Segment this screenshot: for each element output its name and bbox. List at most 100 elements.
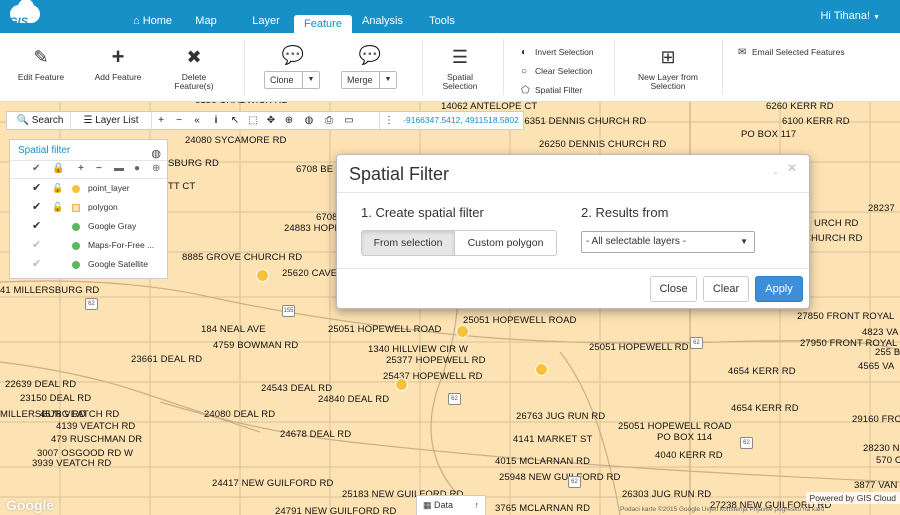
layer-row[interactable]: ✔ Google Satellite bbox=[10, 255, 167, 274]
server-stack-icon: ☰ bbox=[451, 47, 469, 67]
layer-row[interactable]: ✔ 🔓 point_layer bbox=[10, 179, 167, 198]
edit-icon: ✎ bbox=[33, 47, 49, 67]
spatial-filter-button[interactable]: ⬠ Spatial Filter bbox=[521, 85, 582, 96]
zoom-in-icon[interactable]: + bbox=[153, 112, 169, 129]
check-icon[interactable]: ✔ bbox=[32, 198, 41, 217]
map-address-label: 24791 NEW GUILFORD RD bbox=[275, 506, 397, 515]
folder-icon[interactable]: ▬ bbox=[114, 163, 124, 174]
remove-layer-icon[interactable]: − bbox=[96, 163, 102, 174]
collapse-icon[interactable]: « bbox=[189, 112, 205, 129]
clone-dropdown[interactable]: Clone ▼ bbox=[264, 71, 320, 89]
map-address-label: 4654 KERR RD bbox=[728, 366, 796, 377]
map-address-label: 28230 N bbox=[863, 443, 900, 454]
check-all-icon[interactable]: ✔ bbox=[32, 163, 40, 174]
spatial-selection-button[interactable]: ☰ Spatial Selection bbox=[432, 47, 488, 91]
check-icon[interactable]: ✔ bbox=[32, 217, 41, 236]
close-icon[interactable]: ✕ bbox=[787, 161, 797, 175]
grid-icon: ▦ bbox=[423, 500, 432, 510]
clear-selection-button[interactable]: ○ Clear Selection bbox=[521, 66, 593, 77]
box-select-icon[interactable]: ⬚ bbox=[245, 112, 261, 129]
tab-analysis[interactable]: Analysis bbox=[360, 10, 405, 33]
point-symbol-icon bbox=[72, 185, 80, 193]
merge-dropdown[interactable]: Merge ▼ bbox=[341, 71, 397, 89]
tab-home[interactable]: ⌂ Home bbox=[130, 10, 175, 33]
map-address-label: 4759 BOWMAN RD bbox=[213, 340, 299, 351]
zoom-area-icon[interactable]: ⊕ bbox=[281, 112, 297, 129]
layer-row[interactable]: ✔ 🔓 polygon bbox=[10, 198, 167, 217]
screen-icon[interactable]: ▭ bbox=[341, 112, 357, 129]
map-address-label: 27850 FRONT ROYAL bbox=[797, 311, 895, 322]
spatial-filter-layer-panel: Spatial filter ◍ ✔ 🔒 + − ▬ ● ⊕ ✔ 🔓 point… bbox=[9, 139, 168, 279]
map-address-label: 25051 HOPEWELL ROAD bbox=[328, 324, 442, 335]
add-feature-button[interactable]: + Add Feature bbox=[88, 46, 148, 82]
lock-icon[interactable]: 🔒 bbox=[52, 163, 64, 174]
point-feature[interactable] bbox=[535, 363, 548, 376]
print-icon[interactable]: ⎙ bbox=[321, 112, 337, 129]
tab-tools[interactable]: Tools bbox=[424, 10, 460, 33]
map-address-label: 25051 HOPEWELL RD bbox=[589, 342, 689, 353]
custom-polygon-button[interactable]: Custom polygon bbox=[455, 230, 557, 256]
unlock-icon[interactable]: 🔓 bbox=[52, 179, 63, 198]
search-button[interactable]: 🔍 Search bbox=[11, 112, 69, 129]
point-feature[interactable] bbox=[456, 325, 469, 338]
minimize-icon[interactable]: ˍ bbox=[774, 161, 778, 175]
globe-icon[interactable]: ◍ bbox=[301, 112, 317, 129]
edit-feature-button[interactable]: ✎ Edit Feature bbox=[10, 47, 72, 82]
map-address-label: 25948 NEW GUILFORD RD bbox=[499, 472, 621, 483]
layer-row[interactable]: ✔ Google Gray bbox=[10, 217, 167, 236]
highway-shield: 155 bbox=[282, 305, 295, 317]
pan-icon[interactable]: ✥ bbox=[263, 112, 279, 129]
basemap-symbol-icon bbox=[72, 261, 80, 269]
zoom-layer-icon[interactable]: ⊕ bbox=[152, 163, 160, 174]
invert-selection-button[interactable]: ◐ Invert Selection bbox=[521, 47, 594, 58]
more-options-icon[interactable]: ⋮ bbox=[383, 112, 395, 129]
new-layer-from-selection-button[interactable]: ⊞ New Layer from Selection bbox=[628, 47, 708, 91]
close-button[interactable]: Close bbox=[650, 276, 697, 302]
check-icon[interactable]: ✔ bbox=[32, 255, 41, 274]
email-selected-features-button[interactable]: ✉ Email Selected Features bbox=[738, 47, 845, 58]
map-address-label: 23661 DEAL RD bbox=[131, 354, 203, 365]
point-feature[interactable] bbox=[395, 378, 408, 391]
map-address-label: 3877 VAN bbox=[854, 480, 898, 491]
search-icon: 🔍 bbox=[16, 115, 29, 126]
map-copyright[interactable]: Podaci karte ©2015 Google Uvjeti korište… bbox=[620, 506, 824, 513]
unlock-icon[interactable]: 🔓 bbox=[52, 198, 63, 217]
coordinates-readout: -9166347.5412, 4911518.5802 bbox=[403, 115, 519, 125]
delete-feature-button[interactable]: ✖ Delete Feature(s) bbox=[164, 47, 224, 91]
add-layer-icon[interactable]: + bbox=[78, 163, 84, 174]
gis-cloud-logo[interactable]: GIS bbox=[6, 0, 44, 30]
results-from-select[interactable]: - All selectable layers - ▼ bbox=[581, 231, 755, 253]
user-menu[interactable]: Hi Tihana! ▼ bbox=[820, 10, 880, 22]
map-toolbar: 🔍 Search ☰ Layer List + − « i ↖ ⬚ ✥ ⊕ ◍ … bbox=[6, 111, 524, 130]
plus-square-icon: ⊞ bbox=[660, 47, 676, 67]
tab-map[interactable]: Map bbox=[190, 10, 222, 33]
data-tab[interactable]: ▦ Data ↑ bbox=[416, 495, 486, 515]
polygon-symbol-icon bbox=[72, 204, 80, 212]
dialog-title: Spatial Filter bbox=[349, 164, 450, 184]
tab-layer[interactable]: Layer bbox=[248, 10, 284, 33]
user-icon[interactable]: ● bbox=[134, 163, 140, 174]
from-selection-button[interactable]: From selection bbox=[361, 230, 455, 256]
zoom-out-icon[interactable]: − bbox=[171, 112, 187, 129]
layer-row[interactable]: ✔ Maps-For-Free ... bbox=[10, 236, 167, 255]
info-icon[interactable]: i bbox=[209, 112, 223, 129]
top-navigation-bar: GIS ⌂ Home Map Layer Feature Analysis To… bbox=[0, 0, 900, 33]
map-address-label: PO BOX 117 bbox=[741, 129, 797, 140]
map-address-label: 22639 DEAL RD bbox=[5, 379, 77, 390]
map-address-label: 25620 CAVE bbox=[282, 268, 338, 279]
layer-tools: ✔ 🔒 + − ▬ ● ⊕ bbox=[10, 161, 167, 179]
check-icon[interactable]: ✔ bbox=[32, 236, 41, 255]
feature-ribbon: ✎ Edit Feature + Add Feature ✖ Delete Fe… bbox=[0, 33, 900, 102]
tab-feature[interactable]: Feature bbox=[294, 15, 352, 33]
check-icon[interactable]: ✔ bbox=[32, 179, 41, 198]
pointer-icon[interactable]: ↖ bbox=[227, 112, 243, 129]
merge-icon: 💬 bbox=[358, 45, 382, 65]
map-address-label: 4015 MCLARNAN RD bbox=[495, 456, 591, 467]
clear-button[interactable]: Clear bbox=[703, 276, 749, 302]
point-feature[interactable] bbox=[256, 269, 269, 282]
layer-list-button[interactable]: ☰ Layer List bbox=[73, 112, 149, 129]
panel-header: Spatial filter ◍ bbox=[10, 140, 167, 161]
highway-shield: 62 bbox=[448, 393, 461, 405]
powered-by[interactable]: Powered by GIS Cloud bbox=[805, 492, 900, 504]
apply-button[interactable]: Apply bbox=[755, 276, 803, 302]
